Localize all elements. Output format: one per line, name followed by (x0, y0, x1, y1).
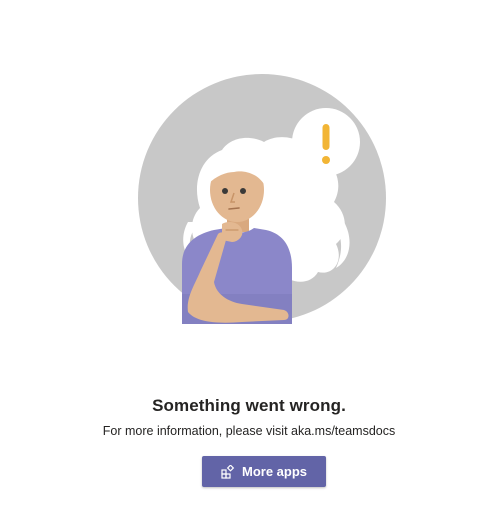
left-eye (222, 188, 228, 194)
error-illustration (130, 72, 396, 342)
mouth (228, 207, 240, 210)
more-apps-button[interactable]: More apps (202, 456, 326, 487)
thinking-woman-illustration (138, 74, 386, 324)
right-eye (240, 188, 246, 194)
error-title: Something went wrong. (152, 396, 346, 415)
apps-add-icon (221, 463, 235, 479)
error-detail-text: For more information, please visit aka.m… (102, 424, 396, 438)
error-page: Something went wrong. For more informati… (0, 0, 498, 519)
exclamation-icon (322, 124, 330, 150)
thought-dot-small (274, 176, 282, 184)
thought-dot-medium (285, 163, 299, 177)
exclamation-dot (322, 156, 330, 164)
more-apps-label: More apps (241, 464, 307, 479)
